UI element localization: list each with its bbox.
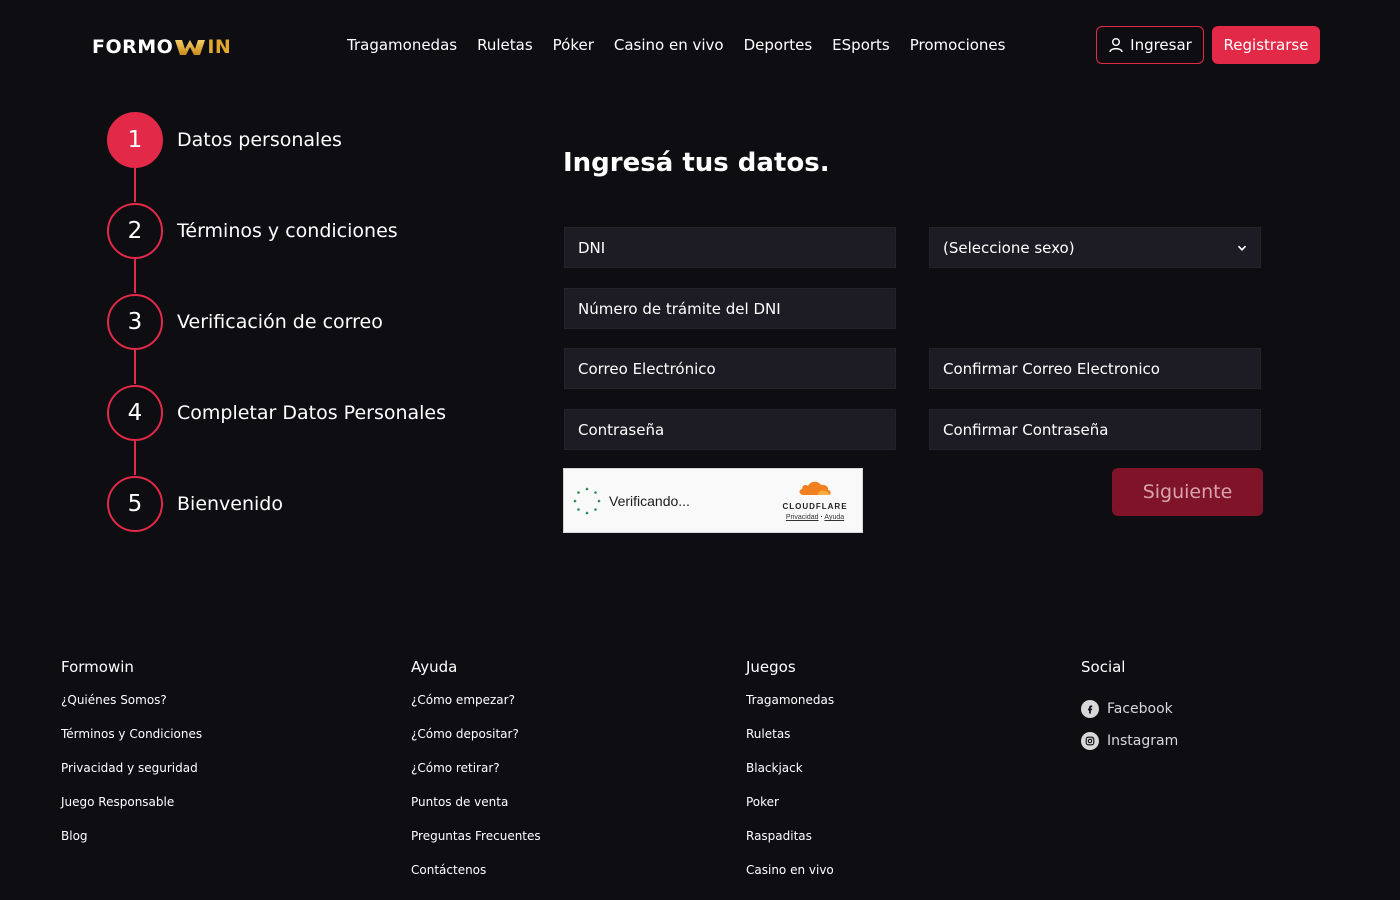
footer-heading: Juegos — [746, 658, 796, 676]
cloudflare-branding: CLOUDFLARE Privacidad · Ayuda — [776, 479, 854, 521]
step-completar-datos: 4 Completar Datos Personales — [107, 385, 446, 441]
email-input[interactable] — [578, 359, 882, 378]
captcha-status: Verificando... — [609, 492, 690, 509]
step-connector — [134, 259, 136, 293]
step-number: 4 — [107, 385, 163, 441]
step-connector — [134, 350, 136, 384]
footer-link[interactable]: Blackjack — [746, 761, 834, 795]
footer-column-formowin: Formowin ¿Quiénes Somos? Términos y Cond… — [61, 658, 202, 863]
footer-link[interactable]: Contáctenos — [411, 863, 541, 897]
help-link[interactable]: Ayuda — [824, 514, 844, 521]
facebook-label: Facebook — [1107, 701, 1173, 717]
step-number: 2 — [107, 203, 163, 259]
footer-heading: Ayuda — [411, 658, 458, 676]
nav-deportes[interactable]: Deportes — [734, 34, 823, 56]
step-label: Términos y condiciones — [177, 220, 398, 242]
nav-tragamonedas[interactable]: Tragamonedas — [337, 34, 467, 56]
step-datos-personales: 1 Datos personales — [107, 112, 342, 168]
footer-link[interactable]: ¿Quiénes Somos? — [61, 693, 202, 727]
dni-field — [564, 227, 896, 268]
crown-w-icon — [175, 40, 206, 55]
footer-link[interactable]: Juego Responsable — [61, 795, 202, 829]
footer-link[interactable]: Raspaditas — [746, 829, 834, 863]
nav-promociones[interactable]: Promociones — [900, 34, 1016, 56]
nav-casino-en-vivo[interactable]: Casino en vivo — [604, 34, 734, 56]
cloudflare-name: CLOUDFLARE — [782, 502, 848, 511]
step-verificacion: 3 Verificación de correo — [107, 294, 383, 350]
user-icon — [1109, 38, 1123, 53]
step-label: Bienvenido — [177, 493, 283, 515]
sex-select-value: (Seleccione sexo) — [943, 238, 1075, 257]
register-button[interactable]: Registrarse — [1212, 26, 1320, 64]
login-button-label: Ingresar — [1130, 36, 1192, 54]
facebook-link[interactable]: Facebook — [1081, 693, 1178, 725]
footer-column-social: Social Facebook Instagram — [1081, 658, 1178, 757]
next-button[interactable]: Siguiente — [1112, 468, 1263, 516]
footer-heading: Formowin — [61, 658, 134, 676]
confirm-email-input[interactable] — [943, 359, 1247, 378]
step-bienvenido: 5 Bienvenido — [107, 476, 283, 532]
dni-input[interactable] — [578, 238, 882, 257]
confirm-password-field — [929, 409, 1261, 450]
link-separator: · — [820, 514, 823, 521]
step-number: 1 — [107, 112, 163, 168]
tramite-input[interactable] — [578, 299, 882, 318]
cloudflare-logo-icon — [799, 481, 831, 495]
logo-text: FORMO — [92, 36, 174, 58]
instagram-icon — [1081, 732, 1099, 750]
cloudflare-captcha[interactable]: Verificando... CLOUDFLARE Privacidad · A… — [563, 468, 863, 533]
nav-ruletas[interactable]: Ruletas — [467, 34, 543, 56]
main-nav: Tragamonedas Ruletas Póker Casino en viv… — [337, 34, 1015, 56]
footer-link[interactable]: Preguntas Frecuentes — [411, 829, 541, 863]
step-connector — [134, 441, 136, 475]
confirm-password-input[interactable] — [943, 420, 1247, 439]
password-field — [564, 409, 896, 450]
step-terminos: 2 Términos y condiciones — [107, 203, 398, 259]
loading-spinner-icon — [573, 487, 601, 514]
instagram-label: Instagram — [1107, 733, 1179, 749]
footer-link[interactable]: Puntos de venta — [411, 795, 541, 829]
footer-link[interactable]: Poker — [746, 795, 834, 829]
confirm-email-field — [929, 348, 1261, 389]
sex-select[interactable]: (Seleccione sexo) — [929, 227, 1261, 268]
step-connector — [134, 168, 136, 202]
email-field — [564, 348, 896, 389]
footer-link[interactable]: Términos y Condiciones — [61, 727, 202, 761]
footer-link[interactable]: Tragamonedas — [746, 693, 834, 727]
footer-link[interactable]: Privacidad y seguridad — [61, 761, 202, 795]
footer-column-juegos: Juegos Tragamonedas Ruletas Blackjack Po… — [746, 658, 834, 897]
footer-link[interactable]: ¿Cómo depositar? — [411, 727, 541, 761]
step-number: 3 — [107, 294, 163, 350]
facebook-icon — [1081, 700, 1099, 718]
footer-link[interactable]: Casino en vivo — [746, 863, 834, 897]
chevron-down-icon — [1237, 245, 1247, 251]
step-label: Completar Datos Personales — [177, 402, 447, 424]
footer-link[interactable]: Ruletas — [746, 727, 834, 761]
cloudflare-links: Privacidad · Ayuda — [776, 514, 854, 521]
footer-heading: Social — [1081, 658, 1126, 676]
nav-poker[interactable]: Póker — [543, 34, 604, 56]
nav-esports[interactable]: ESports — [822, 34, 900, 56]
logo[interactable]: FORMO IN — [92, 35, 231, 59]
footer-link[interactable]: ¿Cómo retirar? — [411, 761, 541, 795]
footer-link[interactable]: ¿Cómo empezar? — [411, 693, 541, 727]
tramite-field — [564, 288, 896, 329]
step-label: Verificación de correo — [177, 311, 383, 333]
footer-column-ayuda: Ayuda ¿Cómo empezar? ¿Cómo depositar? ¿C… — [411, 658, 541, 897]
logo-text-end: IN — [207, 36, 232, 58]
privacy-link[interactable]: Privacidad — [786, 514, 819, 521]
instagram-link[interactable]: Instagram — [1081, 725, 1178, 757]
password-input[interactable] — [578, 420, 882, 439]
footer-link[interactable]: Blog — [61, 829, 202, 863]
login-button[interactable]: Ingresar — [1096, 26, 1204, 64]
step-number: 5 — [107, 476, 163, 532]
form-title: Ingresá tus datos. — [563, 148, 830, 178]
step-label: Datos personales — [177, 129, 342, 151]
